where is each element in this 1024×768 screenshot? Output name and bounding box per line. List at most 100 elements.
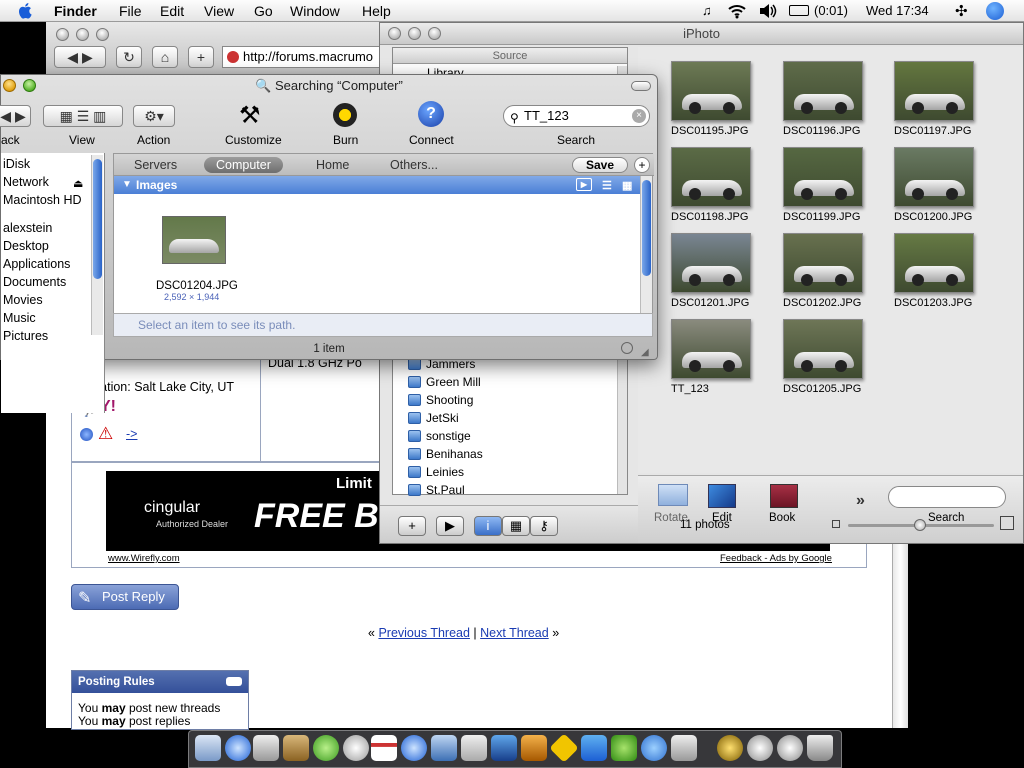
info-button[interactable]: i bbox=[474, 516, 502, 536]
photo-label[interactable]: DSC01205.JPG bbox=[783, 383, 883, 395]
sidebar-item-applications[interactable]: Applications bbox=[3, 255, 70, 273]
ical-dock-icon[interactable] bbox=[371, 735, 397, 761]
ichat-dock-icon[interactable] bbox=[641, 735, 667, 761]
online-status-icon[interactable] bbox=[80, 428, 93, 441]
ad-right-link[interactable]: Feedback - Ads by Google bbox=[720, 553, 832, 564]
keywords-button[interactable]: ⚷ bbox=[530, 516, 558, 536]
photo-thumbnail[interactable] bbox=[783, 61, 863, 121]
photo-label[interactable]: DSC01197.JPG bbox=[894, 125, 994, 137]
browser-minimize-button[interactable] bbox=[76, 28, 89, 41]
photo-label[interactable]: DSC01199.JPG bbox=[783, 211, 883, 223]
slideshow-icon[interactable]: ▶ bbox=[576, 178, 592, 191]
photo-thumbnail[interactable] bbox=[783, 147, 863, 207]
word-dock-icon[interactable] bbox=[581, 735, 607, 761]
iphoto-minimize-button[interactable] bbox=[408, 27, 421, 40]
post-reply-button[interactable]: ✎ Post Reply bbox=[71, 584, 179, 610]
rotate-icon[interactable] bbox=[658, 484, 688, 506]
sidebar-scrollbar[interactable] bbox=[91, 155, 103, 335]
view-post-link[interactable]: -> bbox=[126, 427, 137, 441]
back-button[interactable]: ◀ ▶ bbox=[0, 105, 31, 127]
quicktime-dock-icon[interactable] bbox=[401, 735, 427, 761]
photo-thumbnail[interactable] bbox=[894, 147, 974, 207]
finder-search-field[interactable]: ⚲ TT_123 × bbox=[503, 105, 650, 127]
photo-thumbnail[interactable] bbox=[894, 233, 974, 293]
result-name[interactable]: DSC01204.JPG bbox=[156, 280, 238, 292]
icon-view-icon[interactable]: ▦ bbox=[622, 177, 632, 195]
sidebar-item-desktop[interactable]: Desktop bbox=[3, 237, 49, 255]
reload-icon[interactable]: ↻ bbox=[116, 46, 142, 68]
sidebar-item-network[interactable]: Network bbox=[3, 173, 49, 191]
connect-icon[interactable]: ? bbox=[418, 101, 444, 127]
browser-zoom-button[interactable] bbox=[96, 28, 109, 41]
disclosure-triangle-icon[interactable]: ▼ bbox=[122, 176, 132, 194]
volume-icon[interactable] bbox=[758, 3, 778, 19]
photo-thumbnail[interactable] bbox=[671, 61, 751, 121]
view-switcher[interactable]: ▦ ☰ ▥ bbox=[43, 105, 123, 127]
sidebar-item-alexstein[interactable]: alexstein bbox=[3, 219, 52, 237]
battery-time[interactable]: (0:01) bbox=[814, 3, 848, 18]
photo-app-dock-icon[interactable] bbox=[521, 735, 547, 761]
customize-icon[interactable]: ⚒ bbox=[239, 101, 261, 130]
connect-label[interactable]: Connect bbox=[409, 133, 454, 147]
album-item[interactable]: Benihanas bbox=[408, 445, 483, 463]
finder-dock-icon[interactable] bbox=[195, 735, 221, 761]
save-search-button[interactable]: Save bbox=[572, 157, 628, 173]
sidebar-item-movies[interactable]: Movies bbox=[3, 291, 43, 309]
images-group-header[interactable]: ▼ Images ▶ ☰ ▦ bbox=[114, 176, 644, 194]
apple-menu-icon[interactable] bbox=[18, 2, 34, 19]
sidebar-item-idisk[interactable]: iDisk bbox=[3, 155, 30, 173]
burn-label[interactable]: Burn bbox=[333, 133, 358, 147]
menu-edit[interactable]: Edit bbox=[160, 3, 184, 19]
album-item[interactable]: JetSki bbox=[408, 409, 459, 427]
address-book-dock-icon[interactable] bbox=[283, 735, 309, 761]
bluetooth-icon[interactable]: ✣ bbox=[955, 2, 968, 20]
trash-dock-icon[interactable] bbox=[807, 735, 833, 761]
finder-zoom-button[interactable] bbox=[23, 79, 36, 92]
action-gear-icon[interactable]: ⚙▾ bbox=[133, 105, 175, 127]
photo-label[interactable]: DSC01202.JPG bbox=[783, 297, 883, 309]
menu-window[interactable]: Window bbox=[290, 3, 340, 19]
clear-search-icon[interactable]: × bbox=[632, 109, 646, 123]
spotlight-icon[interactable] bbox=[986, 2, 1004, 20]
system-prefs-dock-icon[interactable] bbox=[671, 735, 697, 761]
menu-clock[interactable]: Wed 17:34 bbox=[866, 3, 929, 18]
customize-label[interactable]: Customize bbox=[225, 133, 282, 147]
sign-dock-icon[interactable] bbox=[549, 733, 579, 763]
disk-dock-icon[interactable] bbox=[747, 735, 773, 761]
scope-others[interactable]: Others... bbox=[390, 157, 438, 173]
iphoto-search-field[interactable] bbox=[888, 486, 1006, 508]
browser-close-button[interactable] bbox=[56, 28, 69, 41]
home-icon[interactable]: ⌂ bbox=[152, 46, 178, 68]
safari-dock-icon[interactable] bbox=[225, 735, 251, 761]
photo-label[interactable]: DSC01196.JPG bbox=[783, 125, 883, 137]
scope-home[interactable]: Home bbox=[316, 157, 349, 173]
photo-label[interactable]: DSC01203.JPG bbox=[894, 297, 994, 309]
plant-dock-icon[interactable] bbox=[611, 735, 637, 761]
add-criteria-icon[interactable]: + bbox=[634, 157, 650, 173]
menu-go[interactable]: Go bbox=[254, 3, 273, 19]
list-view-icon[interactable]: ☰ bbox=[602, 177, 612, 195]
menu-file[interactable]: File bbox=[119, 3, 142, 19]
more-tools-button[interactable]: » bbox=[856, 492, 865, 510]
album-item[interactable]: Green Mill bbox=[408, 373, 481, 391]
resize-grip-icon[interactable]: ◢ bbox=[641, 343, 649, 363]
itunes-dock-icon[interactable] bbox=[313, 735, 339, 761]
photo-thumbnail[interactable] bbox=[894, 61, 974, 121]
utility-dock-icon[interactable] bbox=[461, 735, 487, 761]
size-slider-thumb[interactable] bbox=[914, 519, 926, 531]
scope-computer[interactable]: Computer bbox=[204, 157, 283, 173]
sidebar-item-music[interactable]: Music bbox=[3, 309, 36, 327]
photo-label[interactable]: DSC01198.JPG bbox=[671, 211, 771, 223]
menu-help[interactable]: Help bbox=[362, 3, 391, 19]
sidebar-item-macintosh-hd[interactable]: Macintosh HD bbox=[3, 191, 82, 209]
photo-thumbnail[interactable] bbox=[783, 233, 863, 293]
photo-label[interactable]: DSC01195.JPG bbox=[671, 125, 771, 137]
album-item[interactable]: Shooting bbox=[408, 391, 473, 409]
ad-left-link[interactable]: www.Wirefly.com bbox=[108, 553, 180, 564]
sidebar-item-documents[interactable]: Documents bbox=[3, 273, 66, 291]
menu-view[interactable]: View bbox=[204, 3, 234, 19]
photo-thumbnail[interactable] bbox=[671, 233, 751, 293]
iphoto-zoom-button[interactable] bbox=[428, 27, 441, 40]
photo-label[interactable]: DSC01200.JPG bbox=[894, 211, 994, 223]
burn-icon[interactable] bbox=[333, 103, 357, 127]
